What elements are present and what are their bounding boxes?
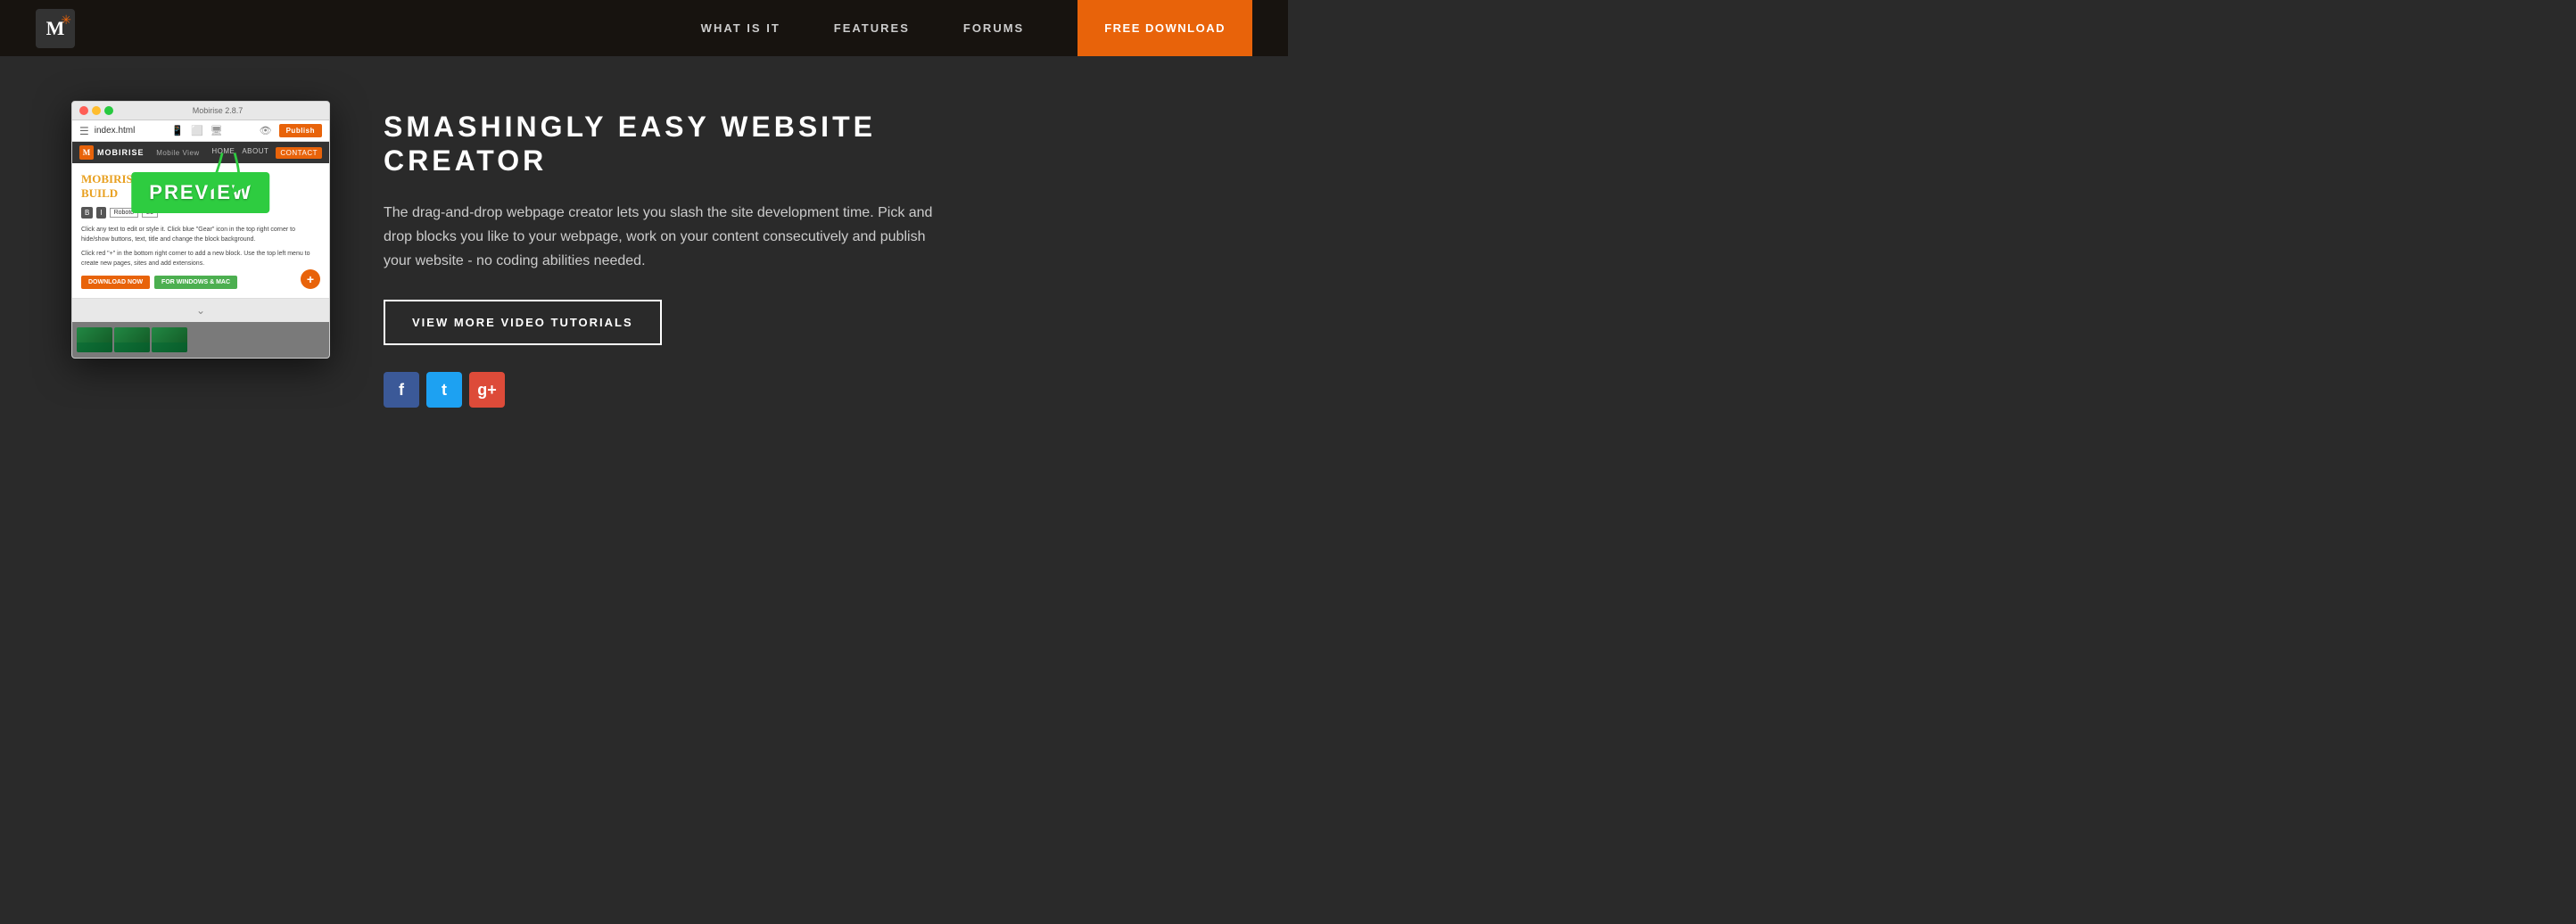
main-description: The drag-and-drop webpage creator lets y… — [384, 201, 937, 274]
app-nav-items: HOME ABOUT CONTACT — [211, 147, 322, 159]
italic-btn[interactable]: I — [96, 207, 105, 219]
window-max-btn[interactable] — [104, 106, 113, 115]
mini-logo-letter: M — [83, 148, 91, 157]
nav-contact: CONTACT — [276, 147, 322, 159]
device-switcher: 📱 ⬜ 🖥 — [171, 125, 222, 136]
social-icons-row: f t g+ — [384, 372, 937, 408]
style-bar: B I Roboto 21 — [81, 207, 320, 219]
desktop-view-icon[interactable]: 🖥 — [211, 125, 223, 136]
free-download-button[interactable]: FREE DOWNLOAD — [1077, 0, 1252, 56]
app-content-area: MOBIRISE WEBSITE BUILD B I Roboto 21 Cli… — [72, 163, 329, 298]
app-cta-buttons: DOWNLOAD NOW FOR WINDOWS & MAC — [81, 276, 320, 289]
strip-thumb-2 — [114, 327, 150, 352]
window-min-btn[interactable] — [92, 106, 101, 115]
twitter-button[interactable]: t — [426, 372, 462, 408]
mini-logo-icon: M — [79, 145, 94, 160]
bottom-thumbnail-strip — [72, 322, 329, 358]
scroll-arrow-icon: ⌄ — [196, 304, 205, 317]
main-title: SMASHINGLY EASY WEBSITE CREATOR — [384, 110, 937, 178]
font-size[interactable]: 21 — [142, 208, 158, 218]
nav-features[interactable]: FEATURES — [834, 21, 910, 35]
nav-home: HOME — [211, 147, 235, 159]
nav-menu: WHAT IS IT FEATURES FORUMS FREE DOWNLOAD — [701, 0, 1252, 56]
scroll-down-area: ⌄ — [72, 298, 329, 322]
app-download-btn[interactable]: DOWNLOAD NOW — [81, 276, 150, 289]
app-screenshot-container: Mobirise 2.8.7 ☰ index.html 📱 ⬜ 🖥 👁 Publ… — [71, 101, 330, 359]
window-close-btn[interactable] — [79, 106, 88, 115]
preview-icon[interactable]: 👁 — [260, 125, 272, 136]
app-headline: MOBIRISE WEBSITE BUILD — [81, 172, 320, 200]
facebook-button[interactable]: f — [384, 372, 419, 408]
hamburger-icon[interactable]: ☰ — [79, 125, 89, 137]
strip-thumb-1 — [77, 327, 112, 352]
navbar: M ✳ WHAT IS IT FEATURES FORUMS FREE DOWN… — [0, 0, 1288, 56]
mobile-view-label: Mobile View — [156, 149, 199, 157]
font-select[interactable]: Roboto — [110, 208, 139, 218]
toolbar-left: ☰ index.html — [79, 125, 135, 137]
logo-icon: M ✳ — [36, 9, 75, 48]
app-titlebar: Mobirise 2.8.7 — [72, 102, 329, 120]
gear-icon: ✳ — [61, 12, 71, 28]
logo[interactable]: M ✳ — [36, 9, 75, 48]
mobile-view-icon[interactable]: 📱 — [171, 125, 184, 136]
file-name-label: index.html — [95, 126, 136, 136]
brand-label: MOBIRISE — [97, 148, 144, 157]
strip-thumb-3 — [152, 327, 187, 352]
app-body-text-1: Click any text to edit or style it. Clic… — [81, 226, 320, 244]
app-logo-mini: M MOBIRISE — [79, 145, 144, 160]
app-toolbar: ☰ index.html 📱 ⬜ 🖥 👁 Publish — [72, 120, 329, 142]
nav-forums[interactable]: FORUMS — [963, 21, 1024, 35]
google-plus-button[interactable]: g+ — [469, 372, 505, 408]
video-tutorials-button[interactable]: VIEW MORE VIDEO TUTORIALS — [384, 300, 662, 345]
main-content: Mobirise 2.8.7 ☰ index.html 📱 ⬜ 🖥 👁 Publ… — [0, 56, 1288, 462]
app-body-text-2: Click red "+" in the bottom right corner… — [81, 250, 320, 268]
nav-about: ABOUT — [242, 147, 268, 159]
window-controls — [79, 106, 113, 115]
nav-what-is-it[interactable]: WHAT IS IT — [701, 21, 780, 35]
bold-btn[interactable]: B — [81, 207, 93, 219]
tablet-view-icon[interactable]: ⬜ — [191, 125, 203, 136]
app-subtoolbar: M MOBIRISE Mobile View HOME ABOUT CONTAC… — [72, 142, 329, 163]
right-content: SMASHINGLY EASY WEBSITE CREATOR The drag… — [384, 92, 937, 408]
app-window: Mobirise 2.8.7 ☰ index.html 📱 ⬜ 🖥 👁 Publ… — [71, 101, 330, 359]
publish-button[interactable]: Publish — [279, 124, 322, 137]
app-windows-btn[interactable]: FOR WINDOWS & MAC — [154, 276, 237, 289]
toolbar-right: 👁 Publish — [260, 124, 322, 137]
app-title: Mobirise 2.8.7 — [193, 106, 244, 115]
